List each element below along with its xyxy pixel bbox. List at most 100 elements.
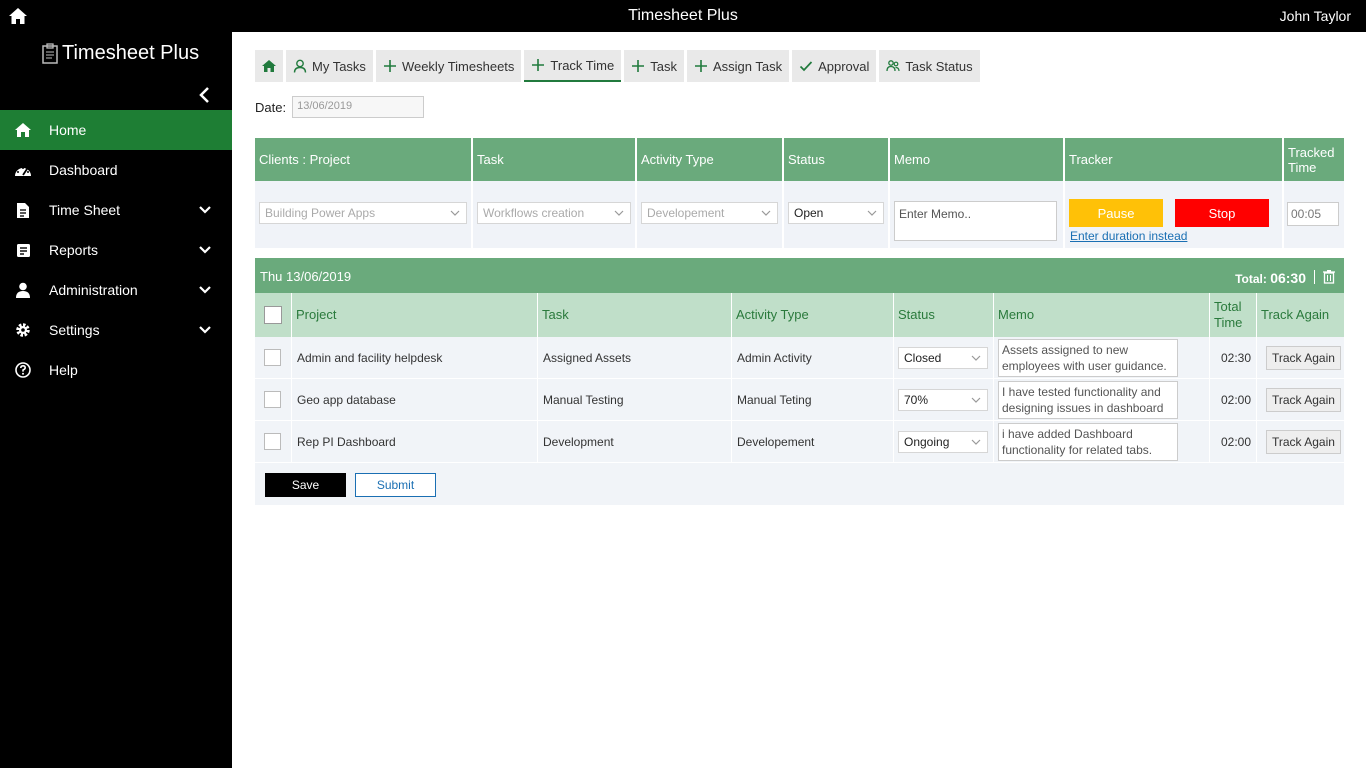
memo-textarea[interactable]: Assets assigned to new employees with us… bbox=[998, 338, 1178, 377]
users-icon bbox=[886, 60, 901, 72]
pause-button[interactable]: Pause bbox=[1069, 199, 1163, 227]
activity-type-select[interactable]: Developement bbox=[641, 202, 778, 224]
status-value: Closed bbox=[904, 350, 942, 365]
header-tracked-time: Tracked Time bbox=[1288, 144, 1335, 175]
table-row: Admin and facility helpdesk Assigned Ass… bbox=[255, 337, 1344, 379]
cell-total: 02:00 bbox=[1210, 421, 1257, 462]
cell-project: Building Power Apps bbox=[255, 181, 473, 248]
table-row: Geo app database Manual Testing Manual T… bbox=[255, 379, 1344, 421]
status-select[interactable]: Closed bbox=[898, 346, 988, 369]
cell-memo: Enter Memo.. bbox=[890, 181, 1065, 248]
collapse-chevron-icon[interactable] bbox=[196, 84, 214, 106]
project-select[interactable]: Building Power Apps bbox=[259, 202, 467, 224]
header-track-again: Track Again bbox=[1261, 307, 1330, 322]
tab-task-status[interactable]: Task Status bbox=[879, 50, 980, 82]
header-total-time: Total Time bbox=[1210, 293, 1257, 337]
cell-checkbox bbox=[255, 379, 292, 420]
cell-status: Ongoing bbox=[894, 421, 994, 462]
submit-button[interactable]: Submit bbox=[355, 473, 436, 497]
track-again-button[interactable]: Track Again bbox=[1266, 345, 1341, 370]
memo-input[interactable]: Enter Memo.. bbox=[894, 201, 1057, 241]
track-again-button[interactable]: Track Again bbox=[1266, 387, 1341, 412]
plus-icon bbox=[694, 60, 707, 72]
status-select[interactable]: 70% bbox=[898, 388, 988, 411]
chevron-down-icon bbox=[971, 439, 981, 445]
cell-project: Rep PI Dashboard bbox=[292, 421, 538, 462]
header-clients-project: Clients : Project bbox=[255, 138, 473, 181]
memo-textarea[interactable]: i have added Dashboard functionality for… bbox=[998, 422, 1178, 461]
chevron-down-icon[interactable] bbox=[198, 203, 212, 217]
row-checkbox[interactable] bbox=[264, 433, 281, 450]
tab-track-time[interactable]: Track Time bbox=[524, 50, 622, 82]
memo-textarea[interactable]: I have tested functionality and designin… bbox=[998, 380, 1178, 419]
chevron-down-icon bbox=[867, 210, 877, 216]
total-value: 06:30 bbox=[1270, 270, 1306, 286]
tab-my-tasks[interactable]: My Tasks bbox=[286, 50, 373, 82]
row-checkbox[interactable] bbox=[264, 391, 281, 408]
status-value: 70% bbox=[904, 392, 929, 407]
stop-button[interactable]: Stop bbox=[1175, 199, 1269, 227]
chevron-down-icon[interactable] bbox=[198, 243, 212, 257]
tab-weekly-timesheets[interactable]: Weekly Timesheets bbox=[375, 50, 522, 82]
enter-duration-link[interactable]: Enter duration instead bbox=[1070, 229, 1187, 243]
sidebar-item-label: Help bbox=[49, 362, 78, 378]
sidebar-item-time-sheet[interactable]: Time Sheet bbox=[0, 190, 232, 230]
chevron-down-icon[interactable] bbox=[198, 283, 212, 297]
sidebar-item-help[interactable]: Help bbox=[0, 350, 232, 390]
track-again-button[interactable]: Track Again bbox=[1266, 429, 1341, 454]
header-task: Task bbox=[473, 138, 637, 181]
chevron-down-icon bbox=[971, 355, 981, 361]
task-select[interactable]: Workflows creation bbox=[477, 202, 631, 224]
app-title: Timesheet Plus bbox=[628, 7, 738, 24]
sidebar-item-label: Time Sheet bbox=[49, 202, 121, 218]
date-label: Date: bbox=[255, 99, 287, 115]
cell-status: Closed bbox=[894, 337, 994, 378]
tab-assign-task[interactable]: Assign Task bbox=[686, 50, 790, 82]
tab-label: My Tasks bbox=[312, 58, 366, 74]
header-project: Project bbox=[292, 293, 538, 337]
tab-approval[interactable]: Approval bbox=[792, 50, 877, 82]
chevron-down-icon bbox=[761, 210, 771, 216]
tab-task[interactable]: Task bbox=[624, 50, 684, 82]
cell-project: Admin and facility helpdesk bbox=[292, 337, 538, 378]
sidebar-item-reports[interactable]: Reports bbox=[0, 230, 232, 270]
row-checkbox[interactable] bbox=[264, 349, 281, 366]
dashboard-icon bbox=[14, 161, 32, 179]
sidebar-item-label: Administration bbox=[49, 282, 138, 298]
chevron-down-icon[interactable] bbox=[198, 323, 212, 337]
day-header: Thu 13/06/2019 Total: 06:30 bbox=[255, 258, 1344, 293]
project-select-value: Building Power Apps bbox=[265, 206, 376, 220]
cell-checkbox bbox=[255, 337, 292, 378]
top-bar: Timesheet Plus John Taylor bbox=[0, 0, 1366, 32]
chevron-down-icon bbox=[450, 210, 460, 216]
tab-label: Weekly Timesheets bbox=[401, 58, 515, 74]
sidebar-item-dashboard[interactable]: Dashboard bbox=[0, 150, 232, 190]
status-select[interactable]: Open bbox=[788, 202, 884, 224]
status-select[interactable]: Ongoing bbox=[898, 430, 988, 453]
document-icon bbox=[14, 201, 32, 219]
user-icon bbox=[293, 59, 307, 73]
header-select-all bbox=[255, 293, 292, 337]
cell-project: Geo app database bbox=[292, 379, 538, 420]
cell-total: 02:30 bbox=[1210, 337, 1257, 378]
cell-task: Workflows creation bbox=[473, 181, 637, 248]
sidebar-item-administration[interactable]: Administration bbox=[0, 270, 232, 310]
cell-memo: Assets assigned to new employees with us… bbox=[994, 337, 1210, 378]
tab-label: Task bbox=[650, 58, 677, 74]
plus-icon bbox=[632, 60, 645, 72]
tracked-time-input[interactable]: 00:05 bbox=[1287, 202, 1339, 226]
trash-icon[interactable] bbox=[1322, 269, 1336, 284]
track-time-table: Clients : Project Task Activity Type Sta… bbox=[255, 138, 1344, 248]
task-select-value: Workflows creation bbox=[483, 206, 585, 220]
cell-memo: i have added Dashboard functionality for… bbox=[994, 421, 1210, 462]
date-input[interactable]: 13/06/2019 bbox=[292, 96, 425, 118]
tab-home[interactable] bbox=[255, 50, 283, 82]
select-all-checkbox[interactable] bbox=[264, 306, 282, 324]
save-button[interactable]: Save bbox=[265, 473, 346, 497]
sidebar-item-settings[interactable]: Settings bbox=[0, 310, 232, 350]
tab-label: Task Status bbox=[905, 58, 973, 74]
sidebar-item-home[interactable]: Home bbox=[0, 110, 232, 150]
cell-task: Manual Testing bbox=[538, 379, 732, 420]
tab-bar: My Tasks Weekly Timesheets Track Time Ta… bbox=[255, 50, 980, 82]
user-name[interactable]: John Taylor bbox=[1280, 8, 1351, 24]
